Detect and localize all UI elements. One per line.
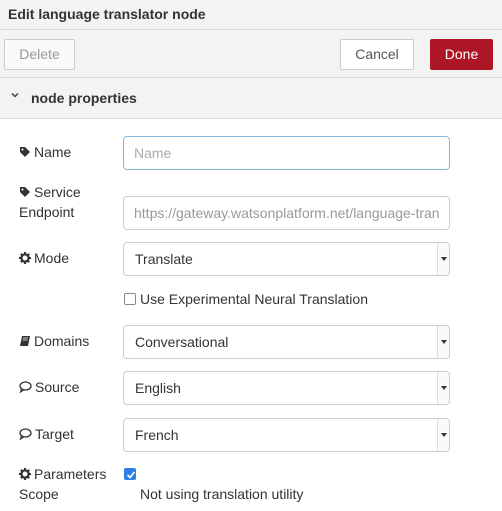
neural-translation-checkbox[interactable] xyxy=(124,293,136,305)
dropdown-arrow-icon xyxy=(437,372,449,404)
comment-icon xyxy=(19,381,32,394)
gear-icon xyxy=(19,468,31,480)
done-button[interactable]: Done xyxy=(430,39,493,70)
source-select[interactable]: English xyxy=(123,371,450,405)
source-select-value: English xyxy=(135,380,181,396)
name-input[interactable] xyxy=(123,136,450,170)
parameters-label-line1: Parameters xyxy=(34,466,107,482)
dropdown-arrow-icon xyxy=(437,243,449,275)
parameters-label-line2: Scope xyxy=(19,486,59,502)
cancel-button[interactable]: Cancel xyxy=(340,39,414,70)
dialog-title: Edit language translator node xyxy=(8,6,206,22)
dropdown-arrow-icon xyxy=(437,419,449,451)
section-title: node properties xyxy=(31,90,137,106)
domains-select[interactable]: Conversational xyxy=(123,325,450,359)
tag-icon xyxy=(20,147,30,157)
target-label-text: Target xyxy=(35,426,74,442)
mode-select[interactable]: Translate xyxy=(123,242,450,276)
neural-translation-label: Use Experimental Neural Translation xyxy=(140,291,368,307)
endpoint-label: Service Endpoint xyxy=(19,182,81,222)
parameters-scope-note: Not using translation utility xyxy=(140,486,304,502)
delete-button[interactable]: Delete xyxy=(4,39,75,70)
node-properties-header[interactable]: node properties xyxy=(0,78,502,119)
chevron-down-icon xyxy=(11,92,19,98)
domains-label-text: Domains xyxy=(34,333,90,349)
dropdown-arrow-icon xyxy=(437,326,449,358)
book-icon xyxy=(20,336,30,346)
dialog-toolbar: Delete Cancel Done xyxy=(0,30,502,78)
comment-icon xyxy=(19,428,32,441)
gear-icon xyxy=(19,252,31,264)
source-label-text: Source xyxy=(35,379,80,395)
endpoint-field[interactable]: https://gateway.watsonplatform.net/langu… xyxy=(123,196,450,230)
parameters-scope-checkbox[interactable] xyxy=(124,468,136,480)
mode-label-text: Mode xyxy=(34,250,70,266)
domains-label: Domains xyxy=(19,331,89,351)
name-label: Name xyxy=(19,142,71,162)
endpoint-label-line1: Service xyxy=(34,184,81,200)
endpoint-label-line2: Endpoint xyxy=(19,204,75,220)
dialog-titlebar: Edit language translator node xyxy=(0,0,502,30)
source-label: Source xyxy=(19,377,79,397)
parameters-scope-label: Parameters Scope xyxy=(19,464,106,504)
tag-icon xyxy=(20,187,30,197)
mode-label: Mode xyxy=(19,248,69,268)
target-select[interactable]: French xyxy=(123,418,450,452)
mode-select-value: Translate xyxy=(135,251,193,267)
target-label: Target xyxy=(19,424,74,444)
target-select-value: French xyxy=(135,427,179,443)
checkmark-icon xyxy=(126,471,136,479)
name-label-text: Name xyxy=(34,144,72,160)
domains-select-value: Conversational xyxy=(135,334,229,350)
